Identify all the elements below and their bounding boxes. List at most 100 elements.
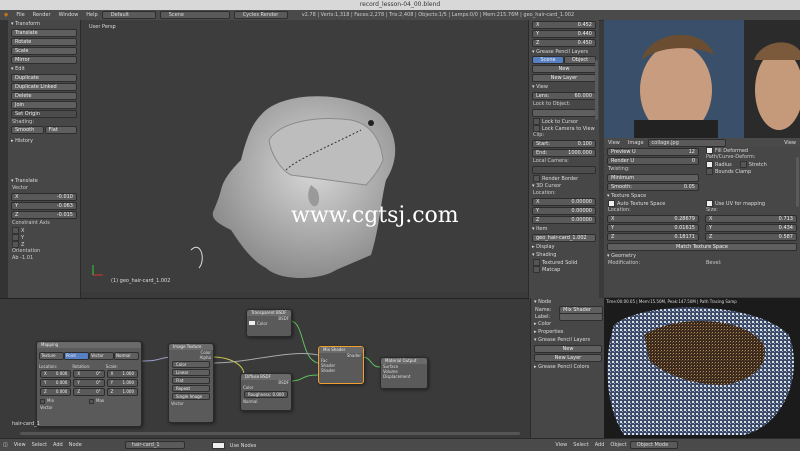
properties-scrollbar[interactable] — [595, 60, 598, 120]
transform-panel-header[interactable]: ▾ Transform — [8, 20, 80, 28]
node-label-field[interactable] — [559, 312, 603, 321]
image-menu-image[interactable]: Image — [624, 140, 648, 146]
view-panel-header[interactable]: ▾ View — [529, 83, 599, 91]
mapping-tab-normal[interactable]: Normal — [114, 352, 139, 360]
material-output-node[interactable]: Material Output Surface Volume Displacem… — [380, 357, 428, 389]
lock-object-field[interactable] — [532, 109, 596, 117]
image-texture-interpolation[interactable]: Linear — [172, 369, 210, 376]
clip-end-field[interactable]: End: 1000.000 — [532, 149, 596, 157]
transparent-color-socket[interactable]: Color — [247, 321, 291, 326]
node-menu-node[interactable]: Node — [66, 442, 85, 448]
mapping-scale-x[interactable]: X 1.000 — [106, 370, 138, 378]
node-editor-type-icon[interactable]: ◫ — [0, 442, 11, 448]
menu-window[interactable]: Window — [55, 12, 83, 18]
mapping-rot-z[interactable]: Z 0° — [73, 388, 105, 396]
item-panel-header[interactable]: ▾ Item — [529, 225, 599, 233]
menu-file[interactable]: File — [12, 12, 28, 18]
vector-z-field[interactable]: Z -0.015 — [11, 211, 77, 219]
mapping-min-toggle[interactable]: Min — [40, 398, 89, 404]
node-menu-add[interactable]: Add — [50, 442, 66, 448]
menu-render[interactable]: Render — [29, 12, 55, 18]
set-origin-button[interactable]: Set Origin — [11, 110, 77, 118]
reference-image[interactable] — [604, 20, 800, 138]
view3d-menu-add[interactable]: Add — [592, 442, 608, 448]
render-engine-selector[interactable]: Cycles Render — [233, 11, 288, 19]
texspace-size-y[interactable]: Y 0.434 — [705, 224, 797, 232]
transparent-bsdf-node[interactable]: Transparent BSDF BSDF Color — [246, 309, 292, 337]
cursor-z[interactable]: Z 0.00000 — [532, 216, 596, 224]
scale-button[interactable]: Scale — [11, 47, 77, 55]
mapping-scale-y[interactable]: Y 1.000 — [106, 379, 138, 387]
mapping-node[interactable]: Mapping Texture Point Vector Normal Loca… — [36, 341, 142, 427]
grease-pencil-header[interactable]: ▾ Grease Pencil Layers — [529, 48, 599, 56]
mapping-rot-y[interactable]: Y 0° — [73, 379, 105, 387]
image-texture-colorspace[interactable]: Color — [172, 361, 210, 368]
output-displacement-socket[interactable]: Displacement — [381, 374, 427, 379]
duplicate-button[interactable]: Duplicate — [11, 74, 77, 82]
item-name-field[interactable]: geo_hair-card_1.002 — [532, 234, 596, 242]
mapping-tab-vector[interactable]: Vector — [89, 352, 114, 360]
gp-new-button[interactable]: New — [532, 65, 596, 73]
node-gp-new-button[interactable]: New — [534, 345, 602, 353]
duplicate-linked-button[interactable]: Duplicate Linked — [11, 83, 77, 91]
3d-viewport[interactable]: User Persp www.cgtsj.com (1) geo_hair-ca… — [81, 20, 528, 292]
match-texture-space-button[interactable]: Match Texture Space — [607, 243, 797, 251]
auto-texture-space-toggle[interactable]: Auto Texture Space — [604, 200, 702, 207]
diffuse-color-socket[interactable]: Color — [241, 385, 291, 390]
diffuse-roughness-field[interactable]: Roughness: 0.000 — [244, 391, 288, 398]
matcap-toggle[interactable]: Matcap — [529, 266, 599, 273]
mapping-rot-x[interactable]: X 0° — [73, 370, 105, 378]
node-menu-view[interactable]: View — [11, 442, 29, 448]
texspace-size-x[interactable]: X 0.713 — [705, 215, 797, 223]
gp-new-layer-button[interactable]: New Layer — [532, 74, 596, 82]
node-gp-new-layer-button[interactable]: New Layer — [534, 354, 602, 362]
smooth-button[interactable]: Smooth — [11, 126, 44, 134]
mapping-loc-x[interactable]: X 0.000 — [40, 370, 72, 378]
clip-start-field[interactable]: Start: 0.100 — [532, 140, 596, 148]
image-texture-alpha-socket[interactable]: Alpha — [169, 355, 213, 360]
join-button[interactable]: Join — [11, 101, 77, 109]
view3d-menu-object[interactable]: Object — [607, 442, 629, 448]
node-properties-header[interactable]: ▸ Properties — [531, 328, 605, 336]
twisting-selector[interactable]: Minimum — [607, 174, 699, 182]
blender-icon[interactable]: ◉ — [0, 12, 12, 18]
lock-camera-toggle[interactable]: Lock Camera to View — [529, 125, 599, 132]
textured-solid-toggle[interactable]: Textured Solid — [529, 259, 599, 266]
texspace-loc-y[interactable]: Y 0.01615 — [607, 224, 699, 232]
lock-cursor-toggle[interactable]: Lock to Cursor — [529, 118, 599, 125]
diffuse-bsdf-node[interactable]: Diffuse BSDF BSDF Color Roughness: 0.000 … — [240, 373, 292, 411]
fill-deformed-toggle[interactable]: Fill Deformed — [702, 147, 800, 154]
history-panel-header[interactable]: ▸ History — [8, 137, 80, 145]
stretch-toggle[interactable]: Stretch — [739, 161, 767, 168]
layout-selector[interactable]: Default — [101, 11, 156, 19]
dimension-x[interactable]: X 0.452 — [532, 21, 596, 29]
cursor-y[interactable]: Y 0.00000 — [532, 207, 596, 215]
mapping-loc-y[interactable]: Y 0.000 — [40, 379, 72, 387]
texspace-loc-z[interactable]: Z 0.18171 — [607, 233, 699, 241]
3d-cursor-header[interactable]: ▾ 3D Cursor — [529, 182, 599, 190]
image-menu-view[interactable]: View — [604, 140, 624, 146]
scene-selector[interactable]: Scene — [159, 11, 230, 19]
delete-button[interactable]: Delete — [11, 92, 77, 100]
gp-tab-scene[interactable]: Scene — [532, 56, 564, 64]
translate-button[interactable]: Translate — [11, 29, 77, 37]
constraint-y[interactable]: Y — [8, 234, 80, 241]
render-view[interactable]: Time:00:00.05 | Mem:15.50M, Peak:147.50M… — [604, 298, 800, 438]
image-texture-extension[interactable]: Repeat — [172, 385, 210, 392]
head-model[interactable] — [81, 20, 528, 292]
mode-selector[interactable]: Object Mode — [629, 441, 678, 449]
image-texture-vector-socket[interactable]: Vector — [169, 401, 213, 406]
edit-panel-header[interactable]: ▾ Edit — [8, 65, 80, 73]
mapping-tab-point[interactable]: Point — [64, 352, 89, 360]
use-uv-toggle[interactable]: Use UV for mapping — [702, 200, 800, 207]
mapping-vector-socket[interactable]: Vector — [37, 405, 141, 410]
node-editor-hscroll[interactable] — [20, 432, 520, 435]
local-camera-field[interactable] — [532, 166, 596, 174]
preview-u-field[interactable]: Preview U 12 — [607, 148, 699, 156]
view3d-menu-view[interactable]: View — [552, 442, 570, 448]
image-texture-source[interactable]: Single Image — [172, 393, 210, 400]
vector-y-field[interactable]: Y -0.063 — [11, 202, 77, 210]
cursor-x[interactable]: X 0.00000 — [532, 198, 596, 206]
mapping-scale-z[interactable]: Z 1.000 — [106, 388, 138, 396]
node-gp-header[interactable]: ▾ Grease Pencil Layers — [531, 336, 605, 344]
